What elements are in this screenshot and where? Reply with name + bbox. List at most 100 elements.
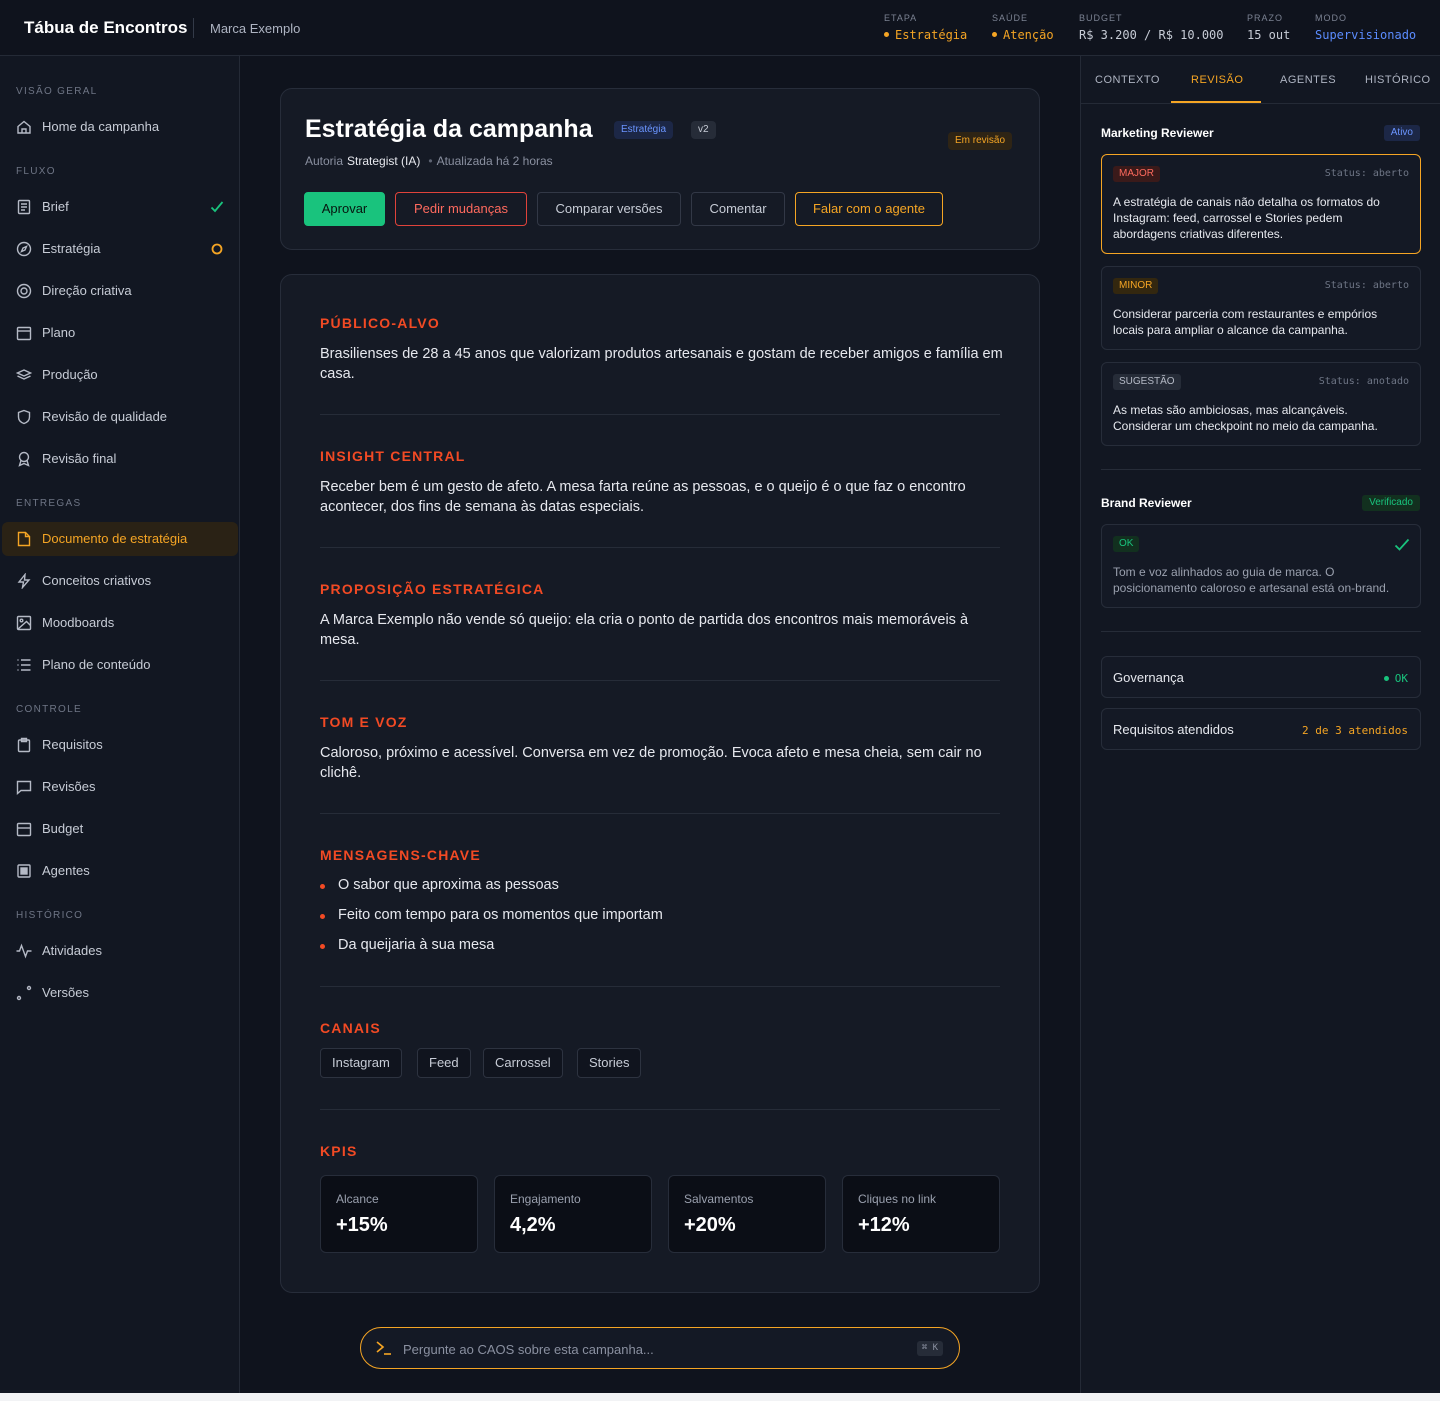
review-item-minor[interactable]: MINOR Status: aberto Considerar parceria… xyxy=(1101,266,1421,350)
stat-mode: MODO Supervisionado xyxy=(1315,13,1416,42)
updated-time: Atualizada há 2 horas xyxy=(436,154,553,168)
channel-chip: Instagram xyxy=(320,1048,402,1078)
channel-chip: Stories xyxy=(577,1048,642,1078)
sidebar-item-label: Budget xyxy=(42,821,84,836)
stage-tag: Estratégia xyxy=(614,121,674,139)
stat-budget-label: BUDGET xyxy=(1079,13,1123,23)
review-item-ok[interactable]: OK Tom e voz alinhados ao guia de marca.… xyxy=(1101,524,1421,608)
sidebar-item-quality-review[interactable]: Revisão de qualidade xyxy=(2,400,238,434)
sidebar-item-activities[interactable]: Atividades xyxy=(2,934,238,968)
sidebar-item-label: Versões xyxy=(42,985,89,1000)
brand-name: Marca Exemplo xyxy=(210,21,301,36)
comment-button[interactable]: Comentar xyxy=(691,192,785,226)
sidebar: VISÃO GERAL Home da campanha FLUXO Brief… xyxy=(0,56,240,1393)
sidebar-item-production[interactable]: Produção xyxy=(2,358,238,392)
section-divider xyxy=(320,414,1000,415)
section-title-messages: MENSAGENS-CHAVE xyxy=(320,847,481,863)
tab-agents[interactable]: AGENTES xyxy=(1280,74,1336,86)
section-title-audience: PÚBLICO-ALVO xyxy=(320,315,440,331)
kpi-card-engagement: Engajamento 4,2% xyxy=(494,1175,652,1253)
sidebar-item-label: Atividades xyxy=(42,943,102,958)
sidebar-item-strategy[interactable]: Estratégia xyxy=(2,232,238,266)
sidebar-item-content-plan[interactable]: Plano de conteúdo xyxy=(2,648,238,682)
sidebar-item-label: Home da campanha xyxy=(42,119,160,134)
sidebar-item-versions[interactable]: Versões xyxy=(2,976,238,1010)
meta-separator: • xyxy=(428,154,433,168)
kpi-value: +15% xyxy=(336,1214,388,1236)
sidebar-item-reviews[interactable]: Revisões xyxy=(2,770,238,804)
message-icon xyxy=(16,780,32,795)
kpi-card-reach: Alcance +15% xyxy=(320,1175,478,1253)
brand-reviewer-title: Brand Reviewer xyxy=(1101,496,1192,510)
channel-chip: Feed xyxy=(417,1048,471,1078)
section-title-channels: CANAIS xyxy=(320,1020,381,1036)
author-label: Autoria xyxy=(305,154,344,168)
compare-versions-button[interactable]: Comparar versões xyxy=(537,192,681,226)
document-icon xyxy=(17,199,31,215)
ask-bar[interactable]: ⌘ K xyxy=(360,1327,960,1369)
tab-history[interactable]: HISTÓRICO xyxy=(1365,74,1431,86)
sidebar-item-creative-direction[interactable]: Direção criativa xyxy=(2,274,238,308)
title-divider xyxy=(193,18,194,38)
sidebar-item-brief[interactable]: Brief xyxy=(2,190,238,224)
active-tab-indicator xyxy=(1171,101,1261,103)
sidebar-item-label: Produção xyxy=(42,367,98,382)
sidebar-item-final-review[interactable]: Revisão final xyxy=(2,442,238,476)
review-item-suggestion[interactable]: SUGESTÃO Status: anotado As metas são am… xyxy=(1101,362,1421,446)
kpi-label: Alcance xyxy=(336,1192,379,1206)
panel-tabs: CONTEXTO REVISÃO AGENTES HISTÓRICO xyxy=(1081,56,1440,104)
sidebar-item-campaign-home[interactable]: Home da campanha xyxy=(2,110,238,144)
status-dot xyxy=(992,32,997,37)
severity-badge: OK xyxy=(1113,536,1140,552)
review-item-major[interactable]: MAJOR Status: aberto A estratégia de can… xyxy=(1101,154,1421,254)
in-progress-icon xyxy=(211,243,223,255)
sidebar-item-label: Plano xyxy=(42,325,76,340)
review-text: Tom e voz alinhados ao guia de marca. O … xyxy=(1113,565,1390,595)
panel-divider xyxy=(1101,469,1421,470)
stat-deadline-value: 15 out xyxy=(1247,28,1291,42)
file-icon xyxy=(17,531,31,547)
status-badge: Em revisão xyxy=(948,132,1013,150)
author-name: Strategist (IA) xyxy=(347,154,421,168)
sidebar-item-agents[interactable]: Agentes xyxy=(2,854,238,888)
sidebar-item-budget[interactable]: Budget xyxy=(2,812,238,846)
bolt-icon xyxy=(17,573,31,589)
marketing-reviewer-title: Marketing Reviewer xyxy=(1101,126,1214,140)
sidebar-item-moodboards[interactable]: Moodboards xyxy=(2,606,238,640)
sidebar-item-requirements[interactable]: Requisitos xyxy=(2,728,238,762)
section-title-proposition: PROPOSIÇÃO ESTRATÉGICA xyxy=(320,581,545,597)
kpi-label: Engajamento xyxy=(510,1192,581,1206)
sidebar-item-plan[interactable]: Plano xyxy=(2,316,238,350)
requirements-row[interactable]: Requisitos atendidos 2 de 3 atendidos xyxy=(1101,708,1421,750)
sidebar-item-strategy-document[interactable]: Documento de estratégia xyxy=(2,522,238,556)
sidebar-item-label: Revisão de qualidade xyxy=(42,409,168,424)
stat-stage-label: ETAPA xyxy=(884,13,918,23)
chip-icon xyxy=(17,864,31,878)
target-icon xyxy=(16,283,32,299)
panel-divider xyxy=(1101,631,1421,632)
talk-to-agent-button[interactable]: Falar com o agente xyxy=(795,192,943,226)
governance-row[interactable]: Governança OK xyxy=(1101,656,1421,698)
stat-deadline-label: PRAZO xyxy=(1247,13,1284,23)
approve-button[interactable]: Aprovar xyxy=(304,192,385,226)
window-bottom-edge xyxy=(0,1393,1440,1401)
request-changes-button[interactable]: Pedir mudanças xyxy=(395,192,527,226)
tab-context[interactable]: CONTEXTO xyxy=(1095,74,1160,86)
sidebar-item-label: Revisão final xyxy=(42,451,117,466)
sidebar-item-label: Documento de estratégia xyxy=(42,531,188,546)
brand-reviewer-badge: Verificado xyxy=(1362,495,1420,511)
review-status: Status: aberto xyxy=(1324,168,1409,179)
sidebar-section-overview: VISÃO GERAL xyxy=(16,86,98,97)
section-divider xyxy=(320,1109,1000,1110)
stat-health: SAÚDE Atenção xyxy=(992,13,1054,42)
home-icon xyxy=(17,120,31,134)
sidebar-item-label: Moodboards xyxy=(42,615,115,630)
severity-badge: MINOR xyxy=(1113,278,1159,294)
wallet-icon xyxy=(16,822,32,837)
review-text: Considerar parceria com restaurantes e e… xyxy=(1113,307,1378,337)
ask-input[interactable] xyxy=(403,1339,883,1359)
tab-review[interactable]: REVISÃO xyxy=(1191,74,1243,86)
sidebar-item-label: Agentes xyxy=(42,863,90,878)
kpi-label: Cliques no link xyxy=(858,1192,937,1206)
sidebar-item-creative-concepts[interactable]: Conceitos criativos xyxy=(2,564,238,598)
